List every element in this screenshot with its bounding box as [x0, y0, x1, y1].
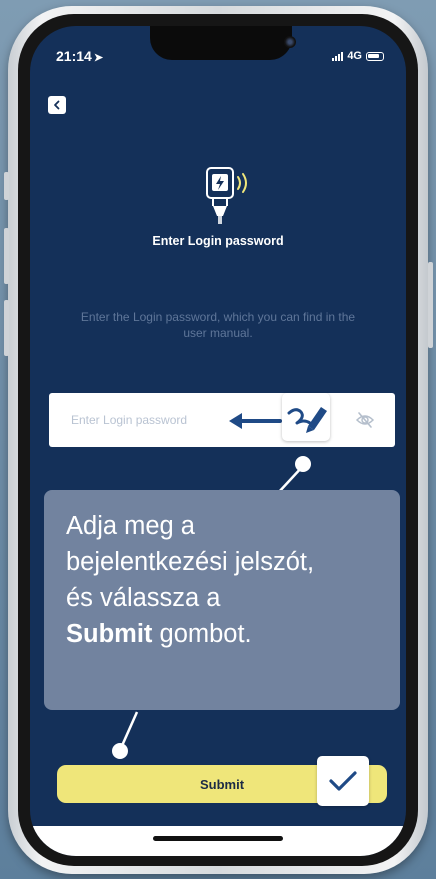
battery-icon [366, 51, 384, 61]
password-input[interactable] [71, 410, 231, 430]
chevron-left-icon [54, 100, 60, 110]
eye-off-icon[interactable] [355, 411, 375, 429]
home-indicator-area [30, 826, 406, 856]
power-button [428, 262, 433, 348]
password-field [49, 393, 395, 447]
volume-down-button [4, 300, 9, 356]
notch [150, 26, 296, 60]
home-indicator[interactable] [153, 836, 283, 841]
callout-tail: gombot. [152, 620, 252, 648]
page-title: Enter Login password [152, 234, 284, 248]
callout-bold: Submit [66, 620, 153, 648]
instruction-text: Enter the Login password, which you can … [80, 310, 356, 340]
callout-line-1: Adja meg a [66, 512, 195, 540]
back-button[interactable] [48, 96, 66, 114]
submit-step-badge [317, 756, 369, 806]
callout-line-4: Submit gombot. [66, 616, 382, 652]
status-indicators: 4G [332, 50, 384, 62]
instruction-callout: Adja meg a bejelentkezési jelszót, és vá… [44, 490, 400, 710]
volume-up-button [4, 228, 9, 284]
edit-step-badge [282, 393, 330, 441]
phone-screen: 21:14 ➤ 4G Enter Login password Enter the… [30, 26, 406, 856]
charger-wireless-icon [206, 167, 247, 224]
location-arrow-icon: ➤ [93, 52, 104, 64]
arrow-left-icon [229, 413, 282, 429]
checkmark-icon [329, 771, 357, 791]
camera-icon [284, 36, 296, 48]
status-time: 21:14 ➤ [56, 48, 104, 64]
pen-edit-icon [287, 407, 327, 433]
callout-line-2: bejelentkezési jelszót, [66, 548, 315, 576]
network-label: 4G [347, 50, 362, 62]
silent-switch [4, 172, 9, 200]
signal-icon [332, 51, 344, 61]
callout-line-3: és válassza a [66, 584, 221, 612]
